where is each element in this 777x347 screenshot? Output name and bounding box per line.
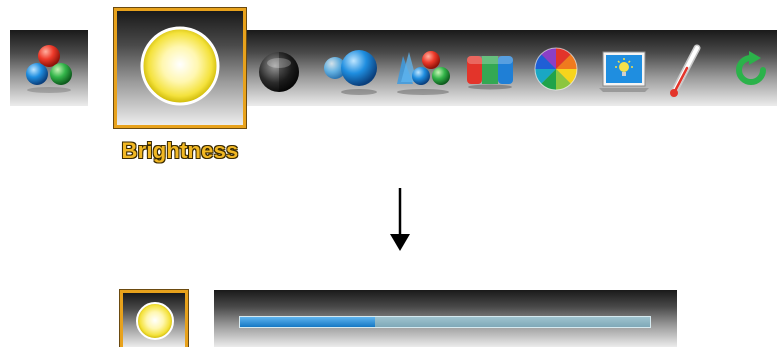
down-arrow-icon bbox=[390, 188, 410, 251]
brightness-icon bbox=[140, 26, 220, 106]
sharpness-icon[interactable] bbox=[321, 46, 383, 96]
brightness-slider-fill bbox=[240, 317, 376, 327]
color-category-icon bbox=[26, 45, 72, 93]
color-temperature-icon[interactable] bbox=[665, 44, 705, 100]
contrast-icon[interactable] bbox=[257, 50, 301, 94]
brightness-slider[interactable] bbox=[239, 316, 651, 328]
reset-icon[interactable] bbox=[731, 50, 771, 90]
brightness-adjust-tile bbox=[119, 289, 189, 347]
brightness-slider-panel bbox=[214, 290, 677, 347]
color-bars-icon[interactable] bbox=[465, 52, 515, 90]
menu-toolbar bbox=[245, 30, 777, 106]
brightness-icon bbox=[136, 302, 174, 340]
brightness-tile-selected[interactable] bbox=[113, 7, 247, 129]
color-category-tile[interactable] bbox=[10, 30, 88, 106]
color-wheel-icon[interactable] bbox=[533, 46, 579, 92]
color-balance-icon[interactable] bbox=[389, 44, 453, 96]
display-brightness-icon[interactable] bbox=[597, 48, 651, 94]
selected-item-label: Brightness bbox=[121, 138, 239, 163]
